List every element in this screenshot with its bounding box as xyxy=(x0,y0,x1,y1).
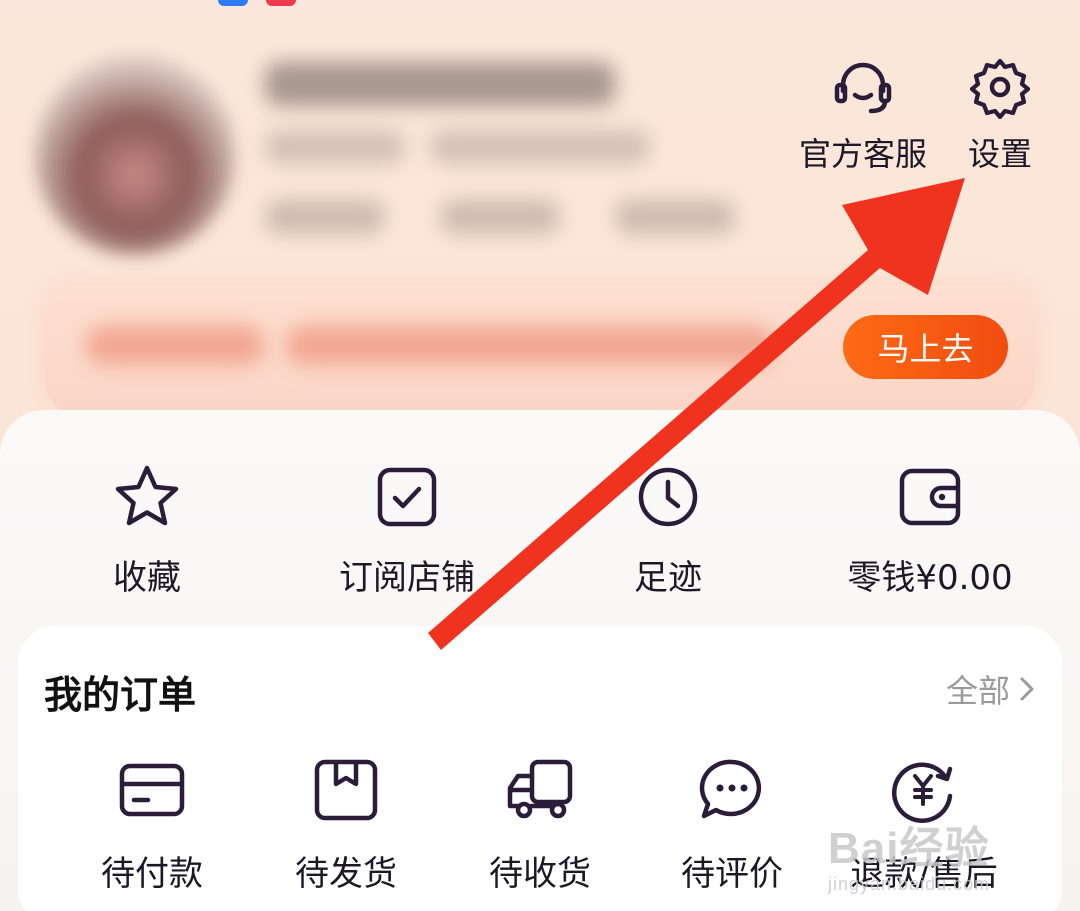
orders-title: 我的订单 xyxy=(44,673,197,717)
quick-link-favorites[interactable]: 收藏 xyxy=(17,462,277,602)
settings-label: 设置 xyxy=(967,135,1032,173)
app-notification-icon xyxy=(266,0,296,6)
app-notification-icon xyxy=(218,0,248,6)
headset-icon xyxy=(834,62,892,114)
quick-link-wallet[interactable]: 零钱¥0.00 xyxy=(800,462,1060,602)
profile-info-blurred xyxy=(430,130,650,164)
profile-stats-blurred xyxy=(265,200,385,234)
view-all-label: 全部 xyxy=(945,672,1010,710)
order-pending-review[interactable]: 待评价 xyxy=(632,754,832,904)
username-blurred xyxy=(265,62,615,106)
order-pending-shipment[interactable]: 待发货 xyxy=(246,754,446,904)
promo-text-blurred xyxy=(285,325,775,365)
checkbox-icon xyxy=(377,467,437,527)
card-icon xyxy=(119,763,185,817)
package-icon xyxy=(314,759,378,821)
avatar[interactable] xyxy=(35,55,235,255)
go-now-button[interactable]: 马上去 xyxy=(843,315,1008,379)
profile-info-blurred xyxy=(265,130,405,164)
order-status-label: 待收货 xyxy=(489,854,591,894)
promo-text-blurred xyxy=(85,325,265,365)
wallet-icon xyxy=(899,468,961,526)
profile-stats-blurred xyxy=(440,200,560,234)
order-status-label: 待付款 xyxy=(101,854,203,894)
profile-stats-blurred xyxy=(615,200,735,234)
chevron-right-icon xyxy=(1020,677,1034,701)
status-bar xyxy=(0,0,1080,12)
order-status-label: 待评价 xyxy=(681,854,783,894)
watermark-sub: jingyan.baidu.com xyxy=(828,874,991,894)
star-icon xyxy=(115,465,179,526)
view-all-orders-link[interactable]: 全部 xyxy=(946,666,1036,712)
gear-icon xyxy=(969,58,1031,119)
truck-icon xyxy=(507,759,573,819)
customer-service-label: 官方客服 xyxy=(798,135,927,173)
quick-link-label: 零钱¥0.00 xyxy=(847,558,1013,598)
settings-button[interactable]: 设置 xyxy=(930,55,1070,185)
clock-icon xyxy=(638,467,698,527)
baidu-watermark: Bai经验 jingyan.baidu.com xyxy=(828,812,1028,894)
order-pending-receipt[interactable]: 待收货 xyxy=(440,754,640,904)
quick-link-label: 收藏 xyxy=(113,558,181,598)
quick-link-subscribed-shops[interactable]: 订阅店铺 xyxy=(277,462,537,602)
order-pending-payment[interactable]: 待付款 xyxy=(52,754,252,904)
chat-bubble-icon xyxy=(699,759,762,819)
customer-service-button[interactable]: 官方客服 xyxy=(793,55,933,185)
order-status-label: 待发货 xyxy=(295,854,397,894)
quick-link-label: 足迹 xyxy=(634,558,702,598)
watermark-main: Bai经验 xyxy=(828,824,990,873)
quick-link-footprints[interactable]: 足迹 xyxy=(538,462,798,602)
quick-links-row: 收藏 订阅店铺 足迹 零钱¥0.00 xyxy=(0,462,1080,602)
quick-link-label: 订阅店铺 xyxy=(339,558,475,598)
promo-banner[interactable]: 马上去 xyxy=(45,285,1035,415)
